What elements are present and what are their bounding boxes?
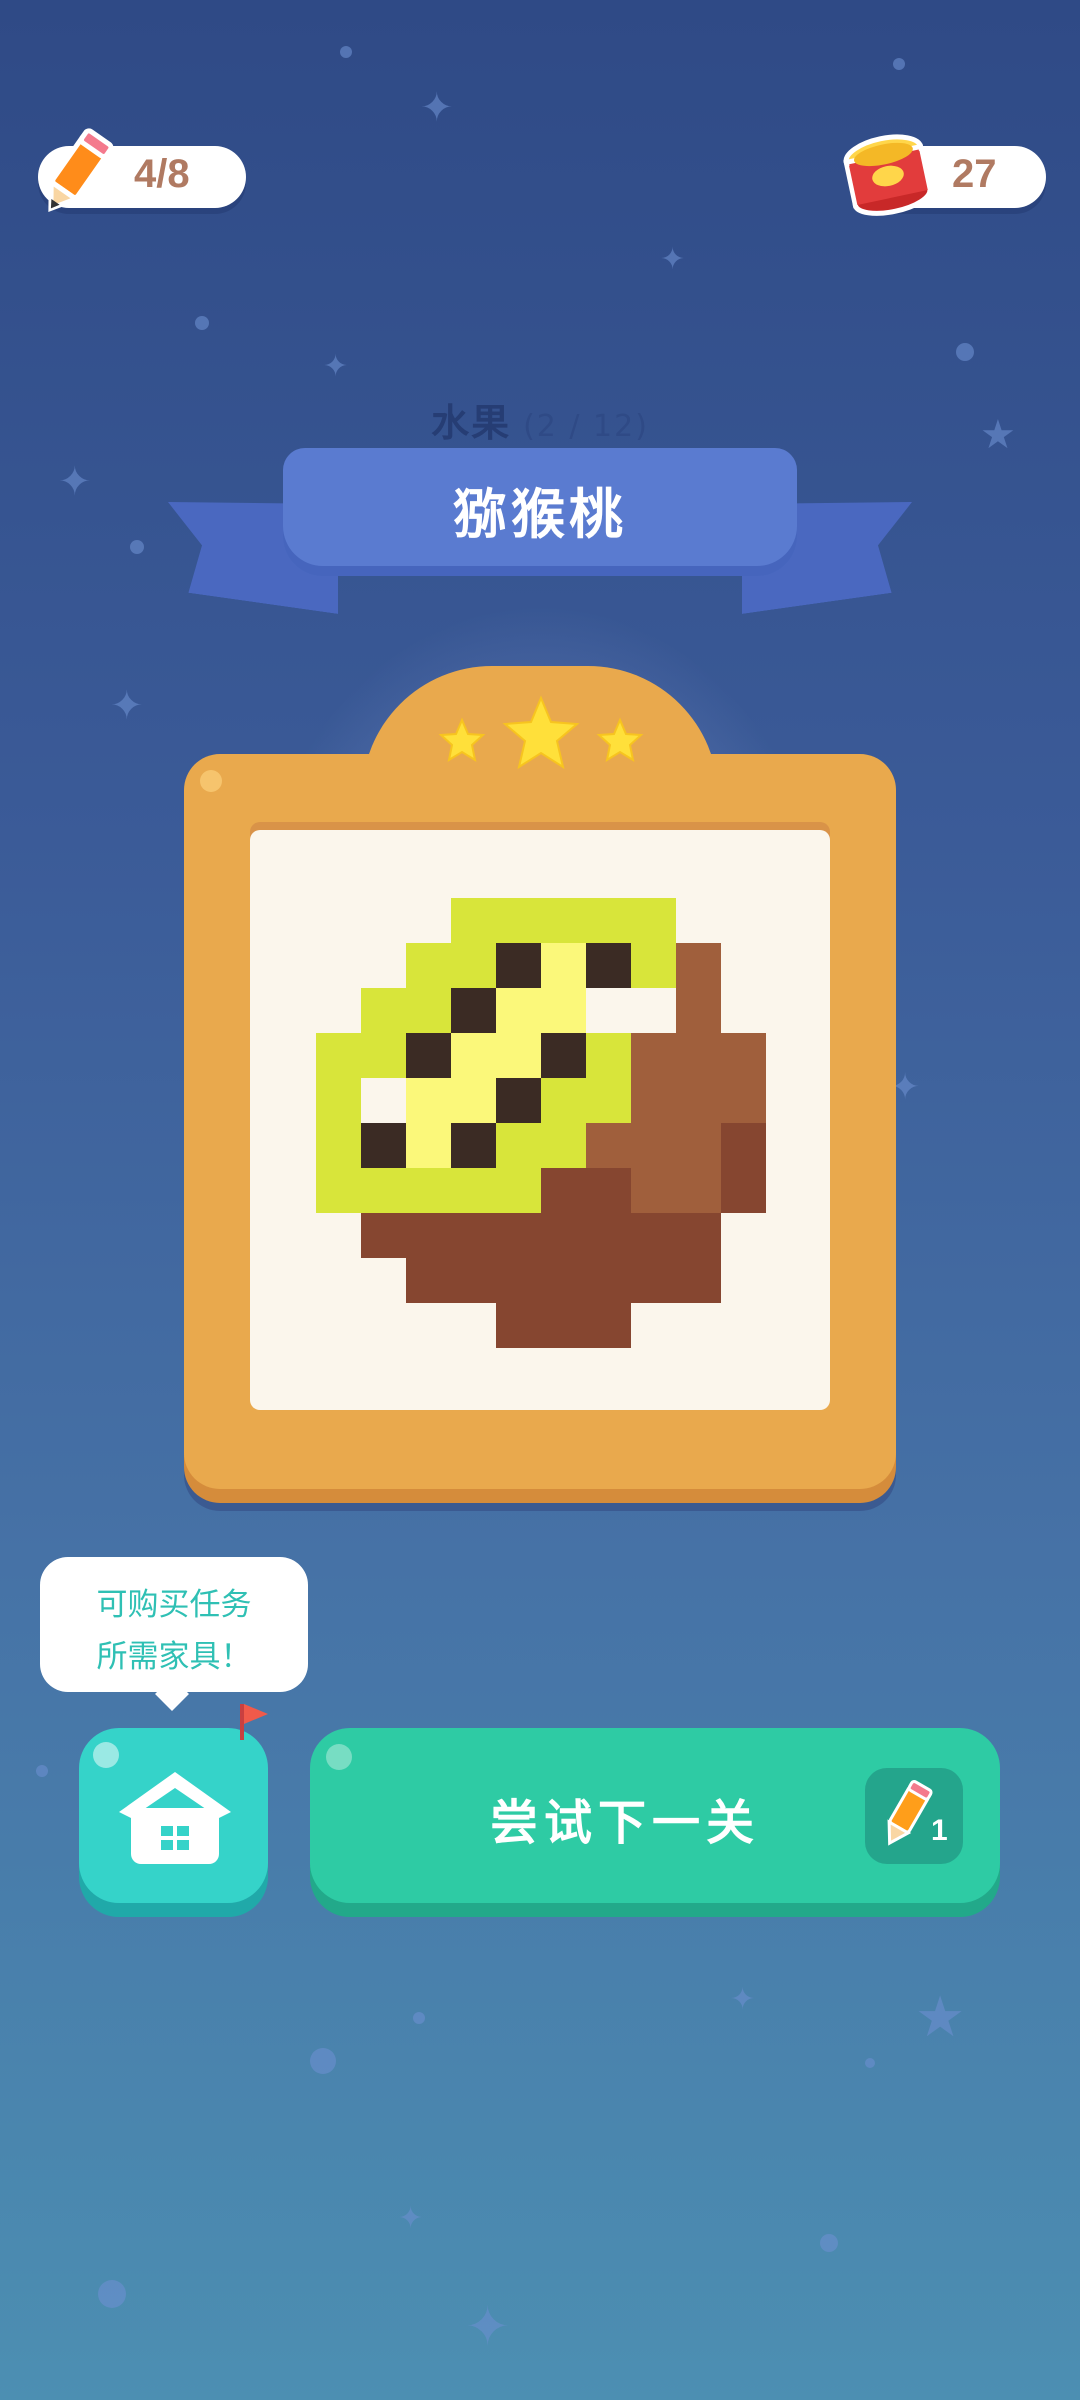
next-level-button[interactable]: 尝试下一关 1 [310,1728,1000,1903]
dot-deco [340,46,352,58]
level-progress: (2 / 12) [523,409,649,444]
pencil-icon [48,128,114,213]
next-level-label: 尝试下一关 [489,1795,760,1851]
star-rating [438,695,644,770]
dot-deco [195,316,209,330]
flag-icon [240,1704,268,1740]
sparkle-icon: ✦ [420,85,454,131]
pencil-count: 4/8 [134,152,190,196]
dot-deco [893,58,905,70]
dot-deco [865,2058,875,2068]
category-header: 水果 (2 / 12) [0,392,1080,447]
dot-deco [820,2234,838,2252]
furniture-tooltip: 可购买任务 所需家具！ [40,1557,308,1692]
dot-deco [130,540,144,554]
dot-deco [413,2012,425,2024]
sparkle-icon: ✦ [730,1982,756,2017]
star-icon [438,717,486,763]
sparkle-icon: ✦ [323,349,349,384]
next-level-cost-badge: 1 [865,1768,963,1864]
coin-can-icon [843,134,933,216]
coin-count: 27 [952,152,997,196]
sparkle-icon: ✦ [58,459,92,505]
house-icon [119,1772,231,1864]
next-level-cost: 1 [931,1814,948,1847]
frame-rivet [200,770,222,792]
pencil-icon [887,1780,933,1846]
sparkle-icon: ✦ [465,2295,511,2358]
level-title: 猕猴桃 [453,483,627,546]
tooltip-line-1: 可购买任务 [96,1587,252,1623]
pixel-art-canvas [250,830,830,1410]
tooltip-line-2: 所需家具！ [96,1639,252,1675]
dot-deco [956,343,974,361]
kiwi-pixel-art [316,898,766,1348]
dot-deco [310,2048,336,2074]
sparkle-icon: ✦ [110,683,144,729]
category-name: 水果 [431,401,512,445]
star-deco-icon: ★ [915,1985,966,2050]
dot-deco [98,2280,126,2308]
sparkle-icon: ✦ [660,242,686,277]
button-shine [326,1744,352,1770]
button-shine [93,1742,119,1768]
sparkle-icon: ✦ [398,2201,424,2236]
home-button[interactable] [79,1728,268,1903]
dot-deco [36,1765,48,1777]
star-icon [596,717,644,763]
star-icon [502,695,580,770]
